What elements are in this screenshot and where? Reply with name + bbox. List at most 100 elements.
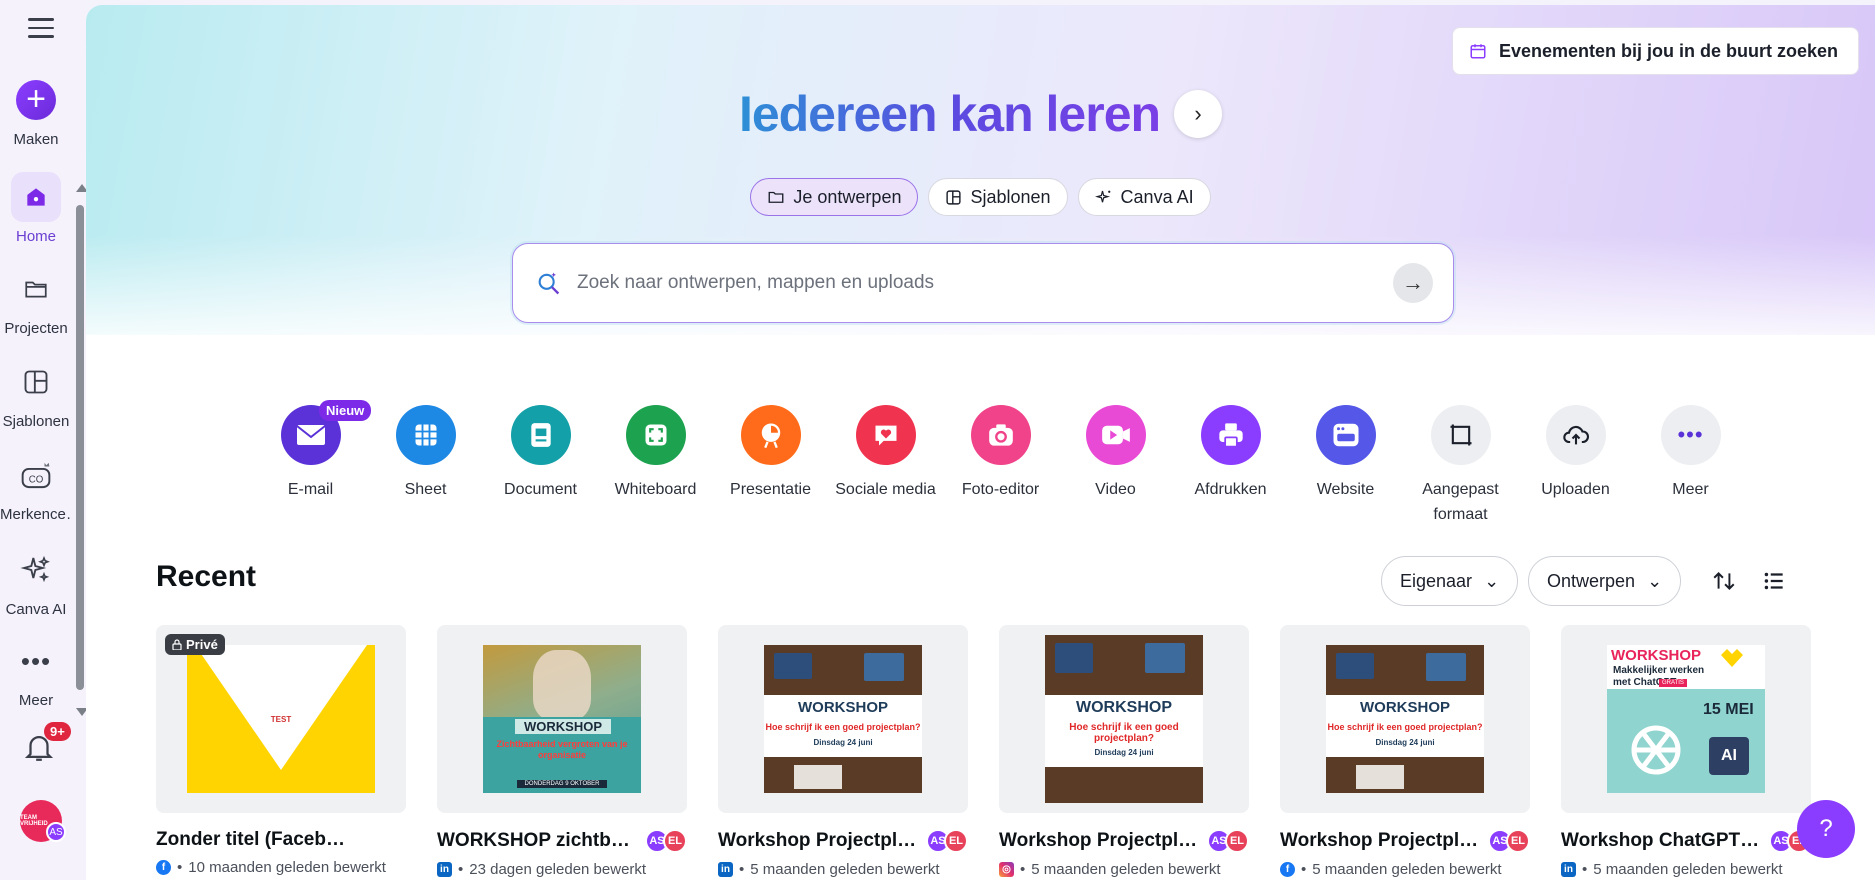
sidebar-item-label: Projecten bbox=[4, 320, 68, 337]
design-thumbnail[interactable]: WORKSHOP Hoe schrijf ik een goed project… bbox=[1280, 625, 1530, 813]
events-button-label: Evenementen bij jou in de buurt zoeken bbox=[1499, 40, 1839, 61]
heart-icon bbox=[1719, 647, 1743, 667]
design-thumbnail[interactable]: WORKSHOP Hoe schrijf ik een goed project… bbox=[999, 625, 1249, 813]
chevron-down-icon: ⌄ bbox=[1647, 570, 1663, 591]
collaborator-avatar: EL bbox=[944, 829, 968, 853]
private-label: Privé bbox=[186, 637, 218, 652]
help-button[interactable]: ? bbox=[1797, 800, 1855, 858]
design-card[interactable]: WORKSHOP Hoe schrijf ik een goed project… bbox=[1280, 625, 1530, 878]
thumb-title: WORKSHOP bbox=[1360, 699, 1450, 716]
linkedin-icon: in bbox=[437, 862, 452, 877]
tab-canva-ai[interactable]: Canva AI bbox=[1077, 178, 1211, 216]
design-shortcuts: Nieuw E-mail Sheet Document Whiteboard P… bbox=[253, 400, 1748, 527]
thumb-title: WORKSHOP bbox=[515, 719, 611, 734]
facebook-icon: f bbox=[1280, 862, 1295, 877]
sidebar-item-projects[interactable]: Projecten bbox=[0, 264, 72, 337]
chevron-right-icon[interactable]: › bbox=[1174, 90, 1223, 138]
shortcut-label: Uploaden bbox=[1541, 481, 1610, 498]
sheet-icon bbox=[395, 405, 456, 465]
shortcut-social-media[interactable]: Sociale media bbox=[828, 405, 943, 527]
search-submit-arrow-icon[interactable]: → bbox=[1393, 263, 1433, 303]
chatgpt-logo-icon bbox=[1621, 715, 1691, 785]
sidebar-item-templates[interactable]: Sjablonen bbox=[0, 357, 72, 430]
list-view-icon[interactable] bbox=[1758, 565, 1790, 597]
design-card[interactable]: WORKSHOP Makkelijker werken met ChatGPT … bbox=[1561, 625, 1811, 878]
owner-filter-dropdown[interactable]: Eigenaar ⌄ bbox=[1381, 556, 1519, 606]
separator-dot: • bbox=[1582, 861, 1588, 878]
create-button[interactable]: + Maken bbox=[0, 75, 72, 148]
design-thumbnail[interactable]: TEST Privé bbox=[156, 625, 406, 813]
design-card[interactable]: WORKSHOP Hoe schrijf ik een goed project… bbox=[718, 625, 968, 878]
design-thumbnail[interactable]: WORKSHOP Hoe schrijf ik een goed project… bbox=[718, 625, 968, 813]
tab-your-designs[interactable]: Je ontwerpen bbox=[750, 178, 919, 216]
separator-dot: • bbox=[1020, 861, 1026, 878]
recent-designs-list: TEST Privé Zonder titel (Facebook-be… f … bbox=[156, 625, 1811, 878]
shortcut-email[interactable]: Nieuw E-mail bbox=[253, 400, 372, 527]
folder-icon bbox=[768, 191, 784, 203]
thumb-subtitle: Hoe schrijf ik een goed projectplan? bbox=[1327, 722, 1483, 732]
sidebar-item-canva-ai[interactable]: Canva AI bbox=[0, 545, 72, 618]
collaborator-avatars: AS EL bbox=[1488, 829, 1530, 853]
edited-time: 10 maanden geleden bewerkt bbox=[188, 859, 386, 876]
gratis-badge: GRATIS bbox=[1659, 679, 1687, 687]
sidebar-item-label: Sjablonen bbox=[2, 413, 70, 430]
edited-time: 5 maanden geleden bewerkt bbox=[1593, 861, 1783, 878]
design-title: WORKSHOP zichtba… bbox=[437, 830, 637, 851]
thumb-date: DONDERDAG 9 OKTOBER bbox=[517, 780, 607, 788]
sidebar-item-label: Meer bbox=[18, 692, 54, 709]
shortcut-document[interactable]: Document bbox=[483, 405, 598, 527]
design-card[interactable]: WORKSHOP Zichtbaarheid vergroten van je … bbox=[437, 625, 687, 878]
hero-title-row: Iedereen kan leren › bbox=[86, 85, 1875, 143]
scrollbar-thumb[interactable] bbox=[76, 205, 84, 690]
type-filter-dropdown[interactable]: Ontwerpen ⌄ bbox=[1528, 556, 1682, 606]
home-icon bbox=[11, 172, 61, 222]
thumb-date: Dinsdag 24 juni bbox=[1094, 748, 1154, 757]
sidebar-item-home[interactable]: Home bbox=[0, 172, 72, 245]
shortcut-more[interactable]: ••• Meer bbox=[1633, 405, 1748, 527]
shortcut-label: Meer bbox=[1672, 481, 1709, 498]
shortcut-label: Aangepast formaat bbox=[1422, 481, 1499, 523]
separator-dot: • bbox=[177, 859, 183, 876]
private-badge: Privé bbox=[165, 634, 225, 655]
sidebar-item-brand[interactable]: CO Merkence… bbox=[0, 450, 72, 523]
edited-time: 5 maanden geleden bewerkt bbox=[1312, 861, 1502, 878]
shortcut-upload[interactable]: Uploaden bbox=[1518, 405, 1633, 527]
instagram-icon: ◎ bbox=[999, 862, 1014, 877]
design-card[interactable]: TEST Privé Zonder titel (Facebook-be… f … bbox=[156, 625, 406, 878]
shortcut-video[interactable]: Video bbox=[1058, 405, 1173, 527]
sidebar-item-more[interactable]: ••• Meer bbox=[0, 636, 72, 710]
design-title: Workshop Projectpla… bbox=[718, 830, 918, 851]
tab-label: Je ontwerpen bbox=[793, 186, 902, 207]
shortcut-photo-editor[interactable]: Foto-editor bbox=[943, 405, 1058, 527]
new-badge: Nieuw bbox=[319, 400, 372, 421]
search-input[interactable] bbox=[577, 272, 1393, 294]
thumb-text: TEST bbox=[270, 715, 292, 724]
cloud-upload-icon bbox=[1545, 405, 1606, 465]
shortcut-label: Afdrukken bbox=[1194, 481, 1267, 498]
heart-icon bbox=[855, 405, 916, 465]
events-search-button[interactable]: Evenementen bij jou in de buurt zoeken bbox=[1452, 27, 1860, 75]
hamburger-menu-icon[interactable] bbox=[28, 18, 54, 40]
design-title: Workshop Projectpla… bbox=[999, 830, 1199, 851]
design-card[interactable]: WORKSHOP Hoe schrijf ik een goed project… bbox=[999, 625, 1249, 878]
tab-templates[interactable]: Sjablonen bbox=[928, 178, 1068, 216]
separator-dot: • bbox=[739, 861, 745, 878]
shortcut-print[interactable]: Afdrukken bbox=[1173, 405, 1288, 527]
shortcut-whiteboard[interactable]: Whiteboard bbox=[598, 405, 713, 527]
design-thumbnail[interactable]: WORKSHOP Makkelijker werken met ChatGPT … bbox=[1561, 625, 1811, 813]
sidebar: + Maken Home Projecten Sjablonen CO Merk… bbox=[0, 0, 88, 880]
sort-icon[interactable] bbox=[1708, 565, 1740, 597]
design-thumbnail[interactable]: WORKSHOP Zichtbaarheid vergroten van je … bbox=[437, 625, 687, 813]
sidebar-item-label: Canva AI bbox=[5, 601, 67, 618]
tab-label: Canva AI bbox=[1120, 186, 1194, 207]
shortcut-website[interactable]: Website bbox=[1288, 405, 1403, 527]
folder-icon bbox=[11, 264, 61, 314]
shortcut-custom-size[interactable]: Aangepast formaat bbox=[1403, 405, 1518, 527]
chevron-down-icon: ⌄ bbox=[1484, 570, 1500, 591]
shortcut-presentation[interactable]: Presentatie bbox=[713, 405, 828, 527]
tab-label: Sjablonen bbox=[970, 186, 1051, 207]
edited-time: 5 maanden geleden bewerkt bbox=[750, 861, 940, 878]
recent-heading: Recent bbox=[156, 560, 257, 593]
whiteboard-icon bbox=[625, 405, 686, 465]
shortcut-sheet[interactable]: Sheet bbox=[368, 405, 483, 527]
